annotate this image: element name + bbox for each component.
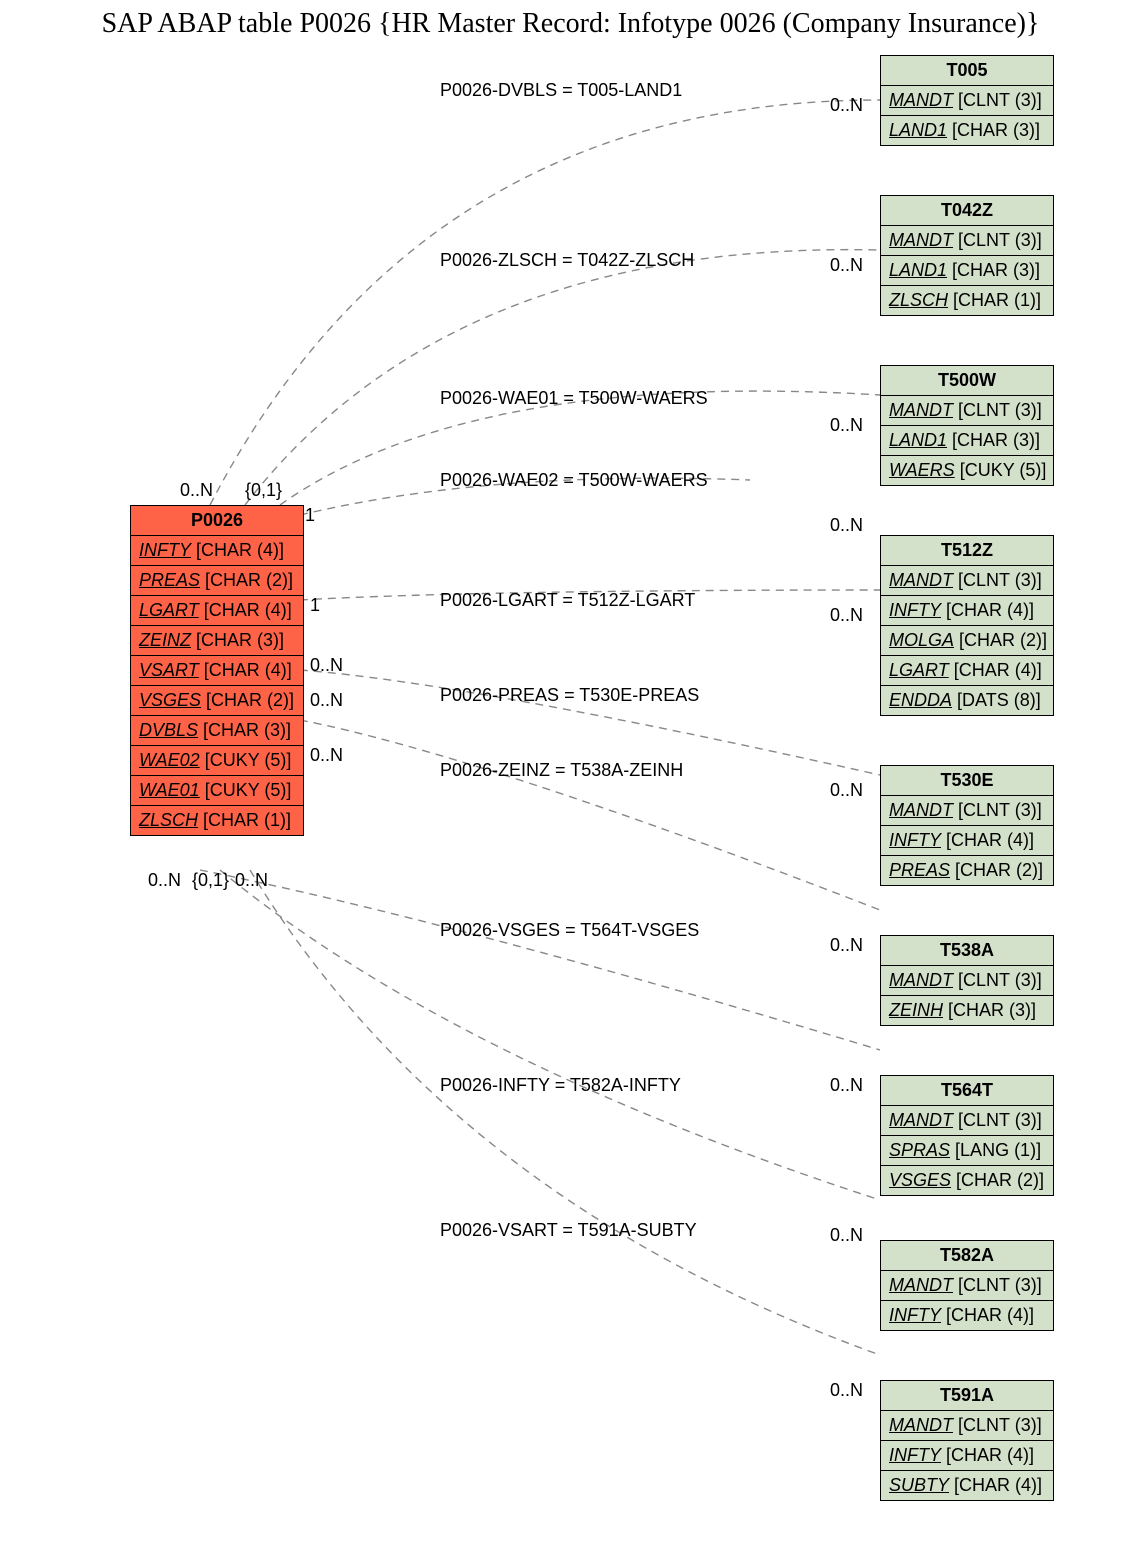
card-left: 0..N <box>235 870 268 891</box>
card-left: 1 <box>305 505 315 526</box>
entity-t564t: T564T MANDT [CLNT (3)] SPRAS [LANG (1)] … <box>880 1075 1054 1196</box>
entity-t512z: T512Z MANDT [CLNT (3)] INFTY [CHAR (4)] … <box>880 535 1054 716</box>
card-left: 0..N <box>148 870 181 891</box>
card-right: 0..N <box>830 415 863 436</box>
card-left: {0,1} <box>192 870 229 891</box>
entity-t042z: T042Z MANDT [CLNT (3)] LAND1 [CHAR (3)] … <box>880 195 1054 316</box>
rel-label: P0026-WAE01 = T500W-WAERS <box>440 388 708 409</box>
page-title: SAP ABAP table P0026 {HR Master Record: … <box>0 8 1141 40</box>
rel-label: P0026-PREAS = T530E-PREAS <box>440 685 699 706</box>
card-left: 1 <box>310 595 320 616</box>
entity-t538a: T538A MANDT [CLNT (3)] ZEINH [CHAR (3)] <box>880 935 1054 1026</box>
rel-label: P0026-DVBLS = T005-LAND1 <box>440 80 682 101</box>
card-left: {0,1} <box>245 480 282 501</box>
card-right: 0..N <box>830 515 863 536</box>
entity-t005: T005 MANDT [CLNT (3)] LAND1 [CHAR (3)] <box>880 55 1054 146</box>
rel-label: P0026-LGART = T512Z-LGART <box>440 590 695 611</box>
rel-label: P0026-VSART = T591A-SUBTY <box>440 1220 697 1241</box>
card-left: 0..N <box>180 480 213 501</box>
entity-t582a: T582A MANDT [CLNT (3)] INFTY [CHAR (4)] <box>880 1240 1054 1331</box>
entity-t500w: T500W MANDT [CLNT (3)] LAND1 [CHAR (3)] … <box>880 365 1054 486</box>
card-right: 0..N <box>830 1380 863 1401</box>
card-right: 0..N <box>830 935 863 956</box>
entity-header: P0026 <box>131 506 303 536</box>
entity-p0026: P0026 INFTY [CHAR (4)] PREAS [CHAR (2)] … <box>130 505 304 836</box>
card-right: 0..N <box>830 1075 863 1096</box>
rel-label: P0026-WAE02 = T500W-WAERS <box>440 470 708 491</box>
card-right: 0..N <box>830 780 863 801</box>
entity-t591a: T591A MANDT [CLNT (3)] INFTY [CHAR (4)] … <box>880 1380 1054 1501</box>
card-right: 0..N <box>830 605 863 626</box>
rel-label: P0026-VSGES = T564T-VSGES <box>440 920 699 941</box>
rel-label: P0026-ZLSCH = T042Z-ZLSCH <box>440 250 694 271</box>
card-left: 0..N <box>310 745 343 766</box>
card-right: 0..N <box>830 1225 863 1246</box>
entity-t530e: T530E MANDT [CLNT (3)] INFTY [CHAR (4)] … <box>880 765 1054 886</box>
card-right: 0..N <box>830 95 863 116</box>
card-left: 0..N <box>310 690 343 711</box>
card-right: 0..N <box>830 255 863 276</box>
rel-label: P0026-ZEINZ = T538A-ZEINH <box>440 760 683 781</box>
card-left: 0..N <box>310 655 343 676</box>
rel-label: P0026-INFTY = T582A-INFTY <box>440 1075 681 1096</box>
